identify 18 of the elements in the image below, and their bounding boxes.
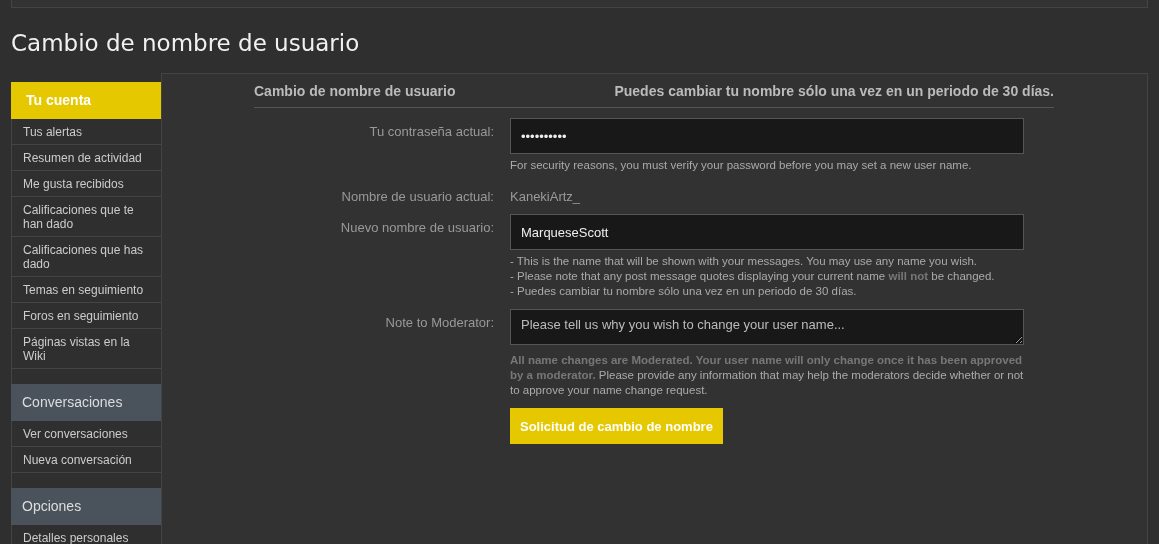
field-label: Nuevo nombre de usuario: [339,219,494,237]
sidebar-heading[interactable]: Conversaciones [11,384,161,421]
help-text: For security reasons, you must verify your password before you may set a new user name. [510,158,973,173]
form-notice: Puedes cambiar tu nombre sólo una vez en un periodo de 30 días. [614,83,1054,99]
note-field[interactable]: Please tell us why you wish to change your user name... [510,309,1024,345]
input-field[interactable]: •••••••••• [510,118,1024,154]
field-label: Tu contraseña actual: [368,123,494,141]
help-text: - Please note that any post message quotes displaying your current name will not be changed. [510,269,996,284]
help-text: All name changes are Moderated. Your user name will only change once it has been approved by a moderator. Please provide any information that may help the moderators decide whether or not to approve your name change request. [510,353,1024,398]
help-text: - This is the name that will be shown with your messages. You may use any name you wish. [510,254,979,269]
field-label: Nombre de usuario actual: [340,188,494,204]
form-title: Cambio de nombre de usuario [254,83,456,99]
page-title: Cambio de nombre de usuario [10,29,361,58]
field-label: Note to Moderator: [384,314,494,332]
field-value: KanekiArtz_ [510,188,582,204]
input-field[interactable]: MarqueseScott [510,214,1024,250]
sidebar-heading[interactable]: Opciones [11,488,161,525]
help-text: - Puedes cambiar tu nombre sólo una vez en un periodo de 30 días. [510,284,858,299]
